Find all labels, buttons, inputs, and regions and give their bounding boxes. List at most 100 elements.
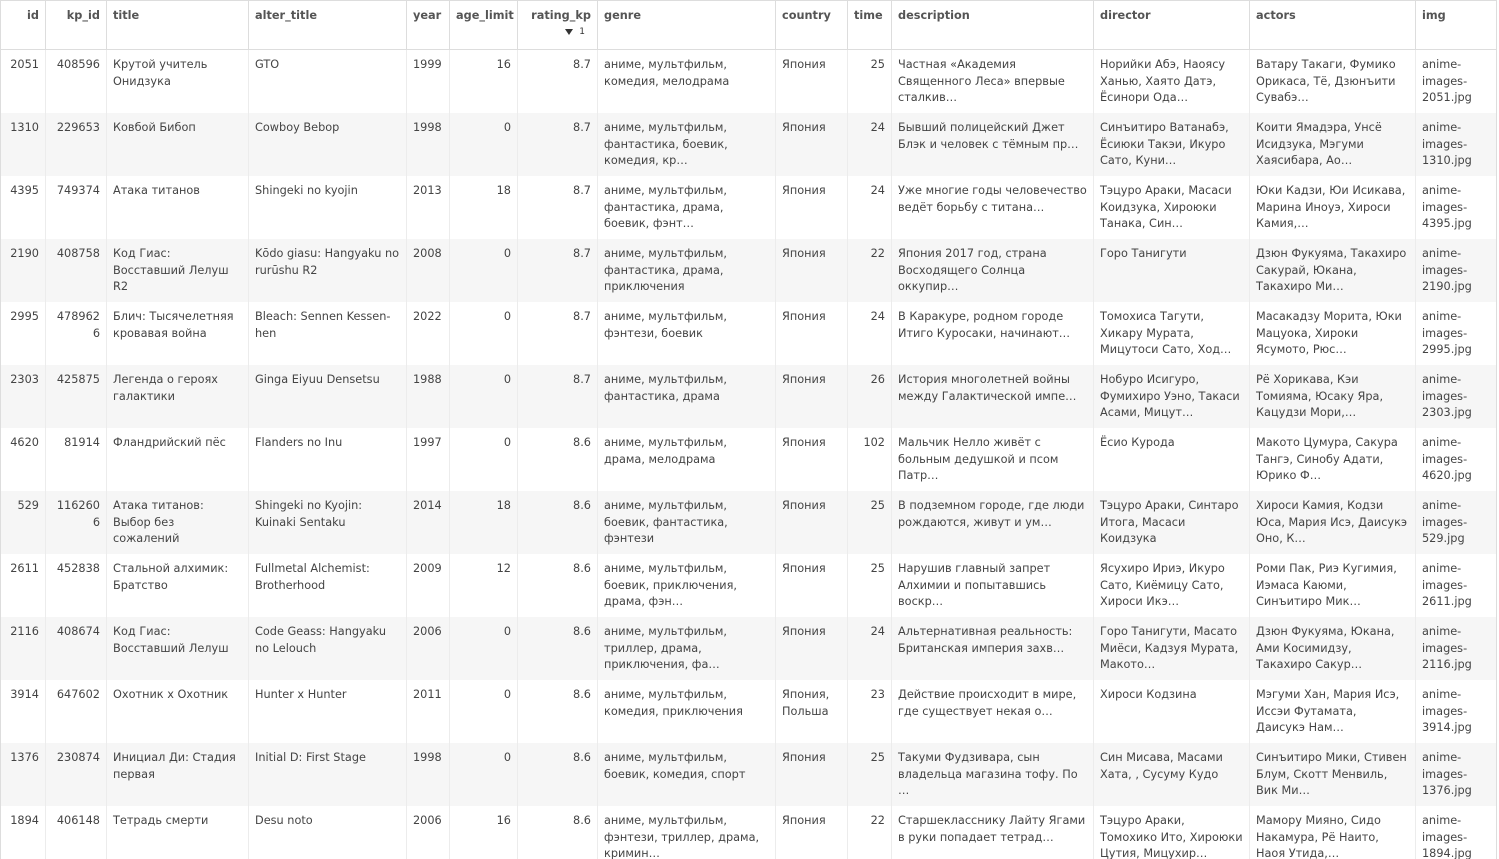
cell-description[interactable]: В Каракуре, родном городе Итиго Куросаки…: [892, 302, 1094, 365]
cell-id[interactable]: 4620: [1, 428, 46, 491]
cell-title[interactable]: Охотник х Охотник: [107, 680, 249, 743]
cell-year[interactable]: 2022: [407, 302, 450, 365]
cell-description[interactable]: В подземном городе, где люди рождаются, …: [892, 491, 1094, 554]
cell-country[interactable]: Япония: [776, 302, 848, 365]
cell-country[interactable]: Япония, Польша: [776, 680, 848, 743]
cell-time[interactable]: 24: [848, 302, 892, 365]
cell-alter-title[interactable]: Bleach: Sennen Kessen-hen: [249, 302, 407, 365]
cell-rating-kp[interactable]: 8.7: [518, 239, 598, 302]
cell-kp-id[interactable]: 230874: [46, 743, 107, 806]
cell-rating-kp[interactable]: 8.6: [518, 806, 598, 859]
cell-alter-title[interactable]: Hunter x Hunter: [249, 680, 407, 743]
column-header-time[interactable]: time: [848, 1, 892, 49]
cell-year[interactable]: 1999: [407, 50, 450, 113]
cell-time[interactable]: 26: [848, 365, 892, 428]
cell-kp-id[interactable]: 749374: [46, 176, 107, 239]
table-row[interactable]: 529 1162606 Атака титанов: Выбор без сожал…: [1, 491, 1496, 554]
cell-age-limit[interactable]: 16: [450, 806, 518, 859]
cell-kp-id[interactable]: 425875: [46, 365, 107, 428]
cell-actors[interactable]: Мамору Мияно, Сидо Накамура, Рё Наито, Н…: [1250, 806, 1416, 859]
cell-time[interactable]: 25: [848, 491, 892, 554]
cell-id[interactable]: 529: [1, 491, 46, 554]
cell-id[interactable]: 2190: [1, 239, 46, 302]
column-header-actors[interactable]: actors: [1250, 1, 1416, 49]
cell-kp-id[interactable]: 406148: [46, 806, 107, 859]
cell-director[interactable]: Син Мисава, Масами Хата, , Сусуму Кудо: [1094, 743, 1250, 806]
table-row[interactable]: 1894 406148 Тетрадь смерти Desu noto 2006 16 8…: [1, 806, 1496, 859]
cell-country[interactable]: Япония: [776, 491, 848, 554]
cell-director[interactable]: Норийки Абэ, Наоясу Ханью, Хаято Датэ, Ё…: [1094, 50, 1250, 113]
cell-time[interactable]: 22: [848, 806, 892, 859]
cell-description[interactable]: Бывший полицейский Джет Блэк и человек с…: [892, 113, 1094, 176]
cell-actors[interactable]: Синъитиро Мики, Стивен Блум, Скотт Менви…: [1250, 743, 1416, 806]
cell-actors[interactable]: Роми Пак, Риэ Кугимия, Иэмаса Каюми, Син…: [1250, 554, 1416, 617]
cell-time[interactable]: 102: [848, 428, 892, 491]
cell-kp-id[interactable]: 229653: [46, 113, 107, 176]
cell-director[interactable]: Синъитиро Ватанабэ, Ёсиюки Такэи, Икуро …: [1094, 113, 1250, 176]
column-header-genre[interactable]: genre: [598, 1, 776, 49]
cell-director[interactable]: Тэцуро Араки, Томохико Ито, Хироюки Цути…: [1094, 806, 1250, 859]
cell-img[interactable]: anime-images-2611.jpg: [1416, 554, 1496, 617]
cell-year[interactable]: 2014: [407, 491, 450, 554]
column-header-alter-title[interactable]: alter_title: [249, 1, 407, 49]
cell-age-limit[interactable]: 0: [450, 617, 518, 680]
cell-img[interactable]: anime-images-1310.jpg: [1416, 113, 1496, 176]
cell-genre[interactable]: аниме, мультфильм, триллер, драма, прикл…: [598, 617, 776, 680]
cell-title[interactable]: Легенда о героях галактики: [107, 365, 249, 428]
column-header-title[interactable]: title: [107, 1, 249, 49]
table-row[interactable]: 1376 230874 Инициал Ди: Стадия первая Initi…: [1, 743, 1496, 806]
cell-rating-kp[interactable]: 8.7: [518, 365, 598, 428]
table-row[interactable]: 2995 4789626 Блич: Тысячелетняя кровавая в…: [1, 302, 1496, 365]
column-header-img[interactable]: img: [1416, 1, 1496, 49]
cell-description[interactable]: Мальчик Нелло живёт с больным дедушкой и…: [892, 428, 1094, 491]
cell-kp-id[interactable]: 1162606: [46, 491, 107, 554]
cell-country[interactable]: Япония: [776, 617, 848, 680]
cell-actors[interactable]: Дзюн Фукуяма, Юкана, Ами Косимидзу, Така…: [1250, 617, 1416, 680]
cell-id[interactable]: 2611: [1, 554, 46, 617]
table-row[interactable]: 2303 425875 Легенда о героях галактики Ging…: [1, 365, 1496, 428]
cell-country[interactable]: Япония: [776, 428, 848, 491]
cell-rating-kp[interactable]: 8.7: [518, 302, 598, 365]
cell-rating-kp[interactable]: 8.6: [518, 428, 598, 491]
cell-kp-id[interactable]: 647602: [46, 680, 107, 743]
cell-rating-kp[interactable]: 8.7: [518, 50, 598, 113]
cell-title[interactable]: Код Гиас: Восставший Лелуш R2: [107, 239, 249, 302]
cell-title[interactable]: Код Гиас: Восставший Лелуш: [107, 617, 249, 680]
cell-genre[interactable]: аниме, мультфильм, фантастика, драма, бо…: [598, 176, 776, 239]
cell-title[interactable]: Инициал Ди: Стадия первая: [107, 743, 249, 806]
column-header-country[interactable]: country: [776, 1, 848, 49]
cell-age-limit[interactable]: 0: [450, 365, 518, 428]
column-header-director[interactable]: director: [1094, 1, 1250, 49]
cell-year[interactable]: 1997: [407, 428, 450, 491]
cell-alter-title[interactable]: GTO: [249, 50, 407, 113]
cell-id[interactable]: 1376: [1, 743, 46, 806]
cell-id[interactable]: 2995: [1, 302, 46, 365]
table-row[interactable]: 2051 408596 Крутой учитель Онидзука GTO 1999…: [1, 50, 1496, 113]
cell-id[interactable]: 2303: [1, 365, 46, 428]
cell-country[interactable]: Япония: [776, 554, 848, 617]
cell-age-limit[interactable]: 18: [450, 176, 518, 239]
cell-rating-kp[interactable]: 8.7: [518, 176, 598, 239]
cell-year[interactable]: 2013: [407, 176, 450, 239]
column-header-year[interactable]: year: [407, 1, 450, 49]
cell-actors[interactable]: Мэгуми Хан, Мария Исэ, Иссэи Футамата, Д…: [1250, 680, 1416, 743]
cell-age-limit[interactable]: 0: [450, 428, 518, 491]
cell-title[interactable]: Фландрийский пёс: [107, 428, 249, 491]
column-header-id[interactable]: id: [1, 1, 46, 49]
column-header-kp-id[interactable]: kp_id: [46, 1, 107, 49]
cell-kp-id[interactable]: 408674: [46, 617, 107, 680]
cell-description[interactable]: Уже многие годы человечество ведёт борьб…: [892, 176, 1094, 239]
cell-img[interactable]: anime-images-2303.jpg: [1416, 365, 1496, 428]
cell-year[interactable]: 2011: [407, 680, 450, 743]
cell-director[interactable]: Тэцуро Араки, Масаси Коидзука, Хироюки Т…: [1094, 176, 1250, 239]
column-header-description[interactable]: description: [892, 1, 1094, 49]
column-header-rating-kp[interactable]: rating_kp 1: [518, 1, 598, 49]
cell-genre[interactable]: аниме, мультфильм, боевик, приключения, …: [598, 554, 776, 617]
cell-genre[interactable]: аниме, мультфильм, фэнтези, боевик: [598, 302, 776, 365]
cell-actors[interactable]: Ватару Такаги, Фумико Орикаса, Тё, Дзюнъ…: [1250, 50, 1416, 113]
cell-alter-title[interactable]: Desu noto: [249, 806, 407, 859]
cell-genre[interactable]: аниме, мультфильм, фантастика, драма, пр…: [598, 239, 776, 302]
cell-age-limit[interactable]: 0: [450, 239, 518, 302]
cell-title[interactable]: Ковбой Бибоп: [107, 113, 249, 176]
cell-age-limit[interactable]: 0: [450, 680, 518, 743]
